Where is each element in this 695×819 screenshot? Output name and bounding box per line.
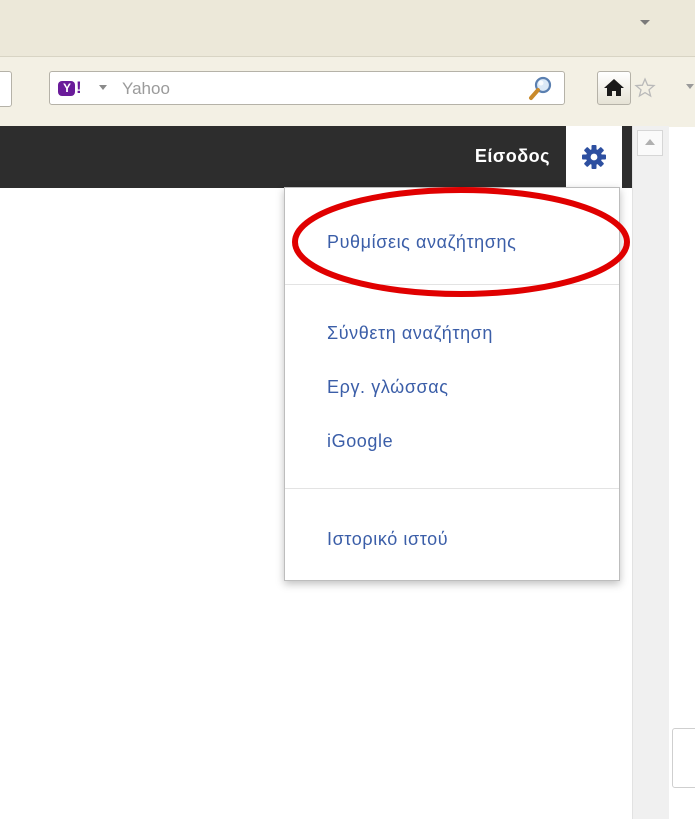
window-title-strip bbox=[0, 0, 695, 56]
toolbar-overflow-icon[interactable] bbox=[686, 84, 694, 89]
menu-item-search-settings[interactable]: Ρυθμίσεις αναζήτησης bbox=[327, 231, 516, 253]
star-icon[interactable] bbox=[634, 77, 656, 99]
search-input[interactable]: YY!! Yahoo bbox=[49, 71, 565, 105]
menu-item-web-history[interactable]: Ιστορικό ιστού bbox=[327, 528, 448, 550]
tab-list-dropdown-icon[interactable] bbox=[640, 20, 650, 25]
menu-divider bbox=[285, 488, 619, 489]
menu-divider bbox=[285, 284, 619, 285]
page-edge-box bbox=[672, 728, 695, 788]
gear-icon bbox=[582, 145, 606, 169]
home-icon bbox=[604, 79, 624, 96]
signin-link[interactable]: Είσοδος bbox=[475, 146, 550, 167]
settings-gear-button[interactable] bbox=[566, 126, 622, 188]
home-button[interactable] bbox=[597, 71, 631, 105]
vertical-scrollbar[interactable] bbox=[632, 126, 669, 819]
google-top-bar: Είσοδος bbox=[0, 126, 632, 188]
url-bar-edge[interactable] bbox=[0, 71, 12, 107]
search-placeholder: Yahoo bbox=[122, 79, 170, 98]
scroll-up-button[interactable] bbox=[637, 130, 663, 156]
menu-item-language-tools[interactable]: Εργ. γλώσσας bbox=[327, 376, 449, 398]
browser-toolbar: YY!! Yahoo bbox=[0, 56, 695, 127]
menu-item-advanced-search[interactable]: Σύνθετη αναζήτηση bbox=[327, 322, 493, 344]
menu-item-igoogle[interactable]: iGoogle bbox=[327, 430, 393, 452]
yahoo-engine-logo[interactable]: YY!! bbox=[58, 77, 82, 99]
settings-dropdown-menu: Ρυθμίσεις αναζήτησης Σύνθετη αναζήτηση Ε… bbox=[284, 187, 620, 581]
engine-dropdown-icon[interactable] bbox=[99, 85, 107, 90]
magnifier-icon[interactable] bbox=[528, 75, 554, 101]
yahoo-logo-icon: Y bbox=[58, 81, 75, 97]
